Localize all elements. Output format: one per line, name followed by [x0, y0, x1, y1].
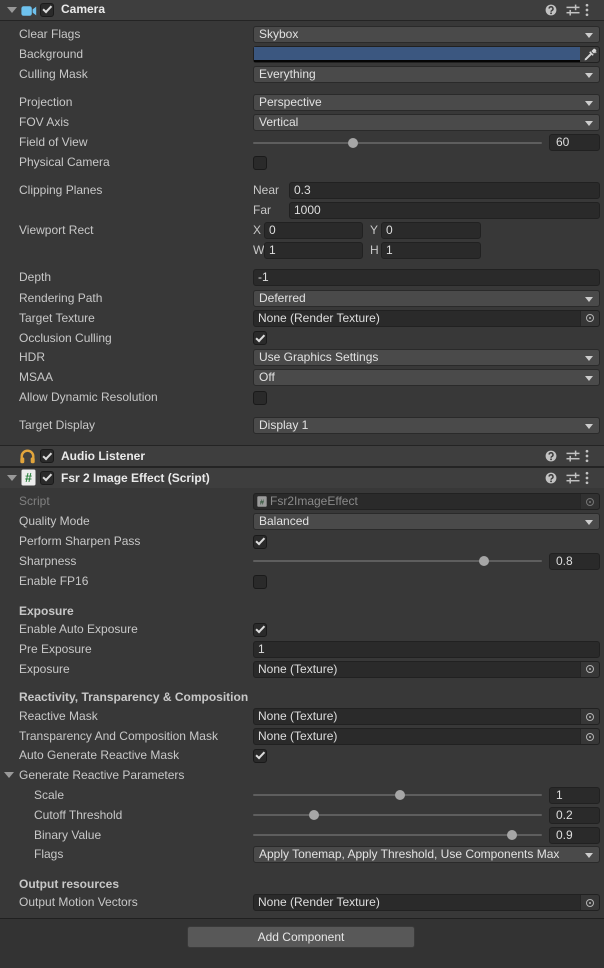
svg-text:#: #: [25, 471, 32, 485]
